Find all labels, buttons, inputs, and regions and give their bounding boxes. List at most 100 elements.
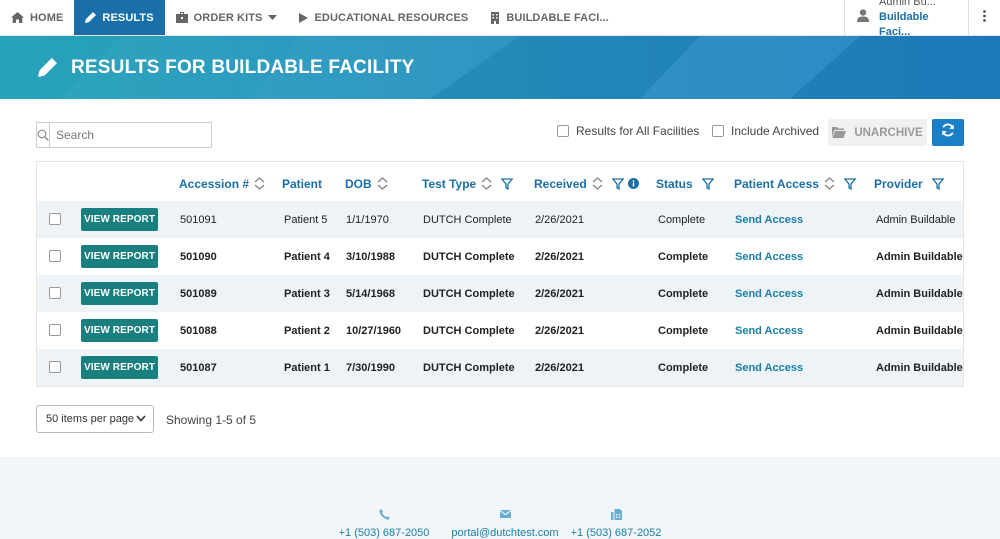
info-icon[interactable]: [627, 178, 639, 189]
send-access-link[interactable]: Send Access: [735, 201, 803, 238]
column-dob[interactable]: DOB: [345, 162, 388, 205]
send-access-link[interactable]: Send Access: [735, 312, 803, 349]
footer-phone[interactable]: +1 (503) 687-2050: [338, 506, 430, 539]
cell-test-type: DUTCH Complete: [423, 324, 515, 337]
column-provider[interactable]: Provider: [874, 162, 944, 205]
column-status[interactable]: Status: [656, 162, 714, 205]
all-facilities-checkbox[interactable]: [557, 125, 569, 137]
column-patient-access[interactable]: Patient Access: [734, 162, 856, 205]
include-archived-checkbox[interactable]: [712, 125, 724, 137]
column-accession[interactable]: Accession #: [179, 162, 265, 205]
table-row[interactable]: VIEW REPORT 501088 Patient 2 10/27/1960 …: [37, 312, 963, 349]
kebab-icon: [983, 9, 986, 27]
fax-icon: [610, 506, 622, 522]
user-menu[interactable]: Admin Bu... Buildable Faci...: [844, 0, 968, 38]
page-title: RESULTS FOR BUILDABLE FACILITY: [38, 36, 414, 99]
cell-dob: 1/1/1970: [346, 213, 389, 226]
column-patient-access-label: Patient Access: [734, 176, 819, 191]
filter-icon[interactable]: [701, 177, 714, 190]
column-test-type-label: Test Type: [422, 176, 477, 191]
sort-icon[interactable]: [481, 177, 492, 190]
column-received[interactable]: Received: [534, 162, 639, 205]
more-menu-button[interactable]: [968, 0, 1000, 35]
view-report-button[interactable]: VIEW REPORT: [81, 356, 158, 379]
cell-provider: Admin Buildable: [876, 213, 956, 226]
pencil-icon: [38, 58, 57, 77]
cell-dob: 7/30/1990: [346, 361, 395, 374]
sort-icon[interactable]: [377, 177, 388, 190]
view-report-button[interactable]: VIEW REPORT: [81, 282, 158, 305]
include-archived-label: Include Archived: [731, 124, 820, 138]
table-header: Accession # Patient DOB Test Type Receiv…: [37, 162, 963, 205]
nav-educational-resources[interactable]: EDUCATIONAL RESOURCES: [288, 0, 479, 35]
column-status-label: Status: [656, 176, 693, 191]
cell-test-type: DUTCH Complete: [423, 213, 512, 226]
nav-home[interactable]: HOME: [0, 0, 74, 35]
table-row[interactable]: VIEW REPORT 501089 Patient 3 5/14/1968 D…: [37, 275, 963, 312]
top-navigation: HOME RESULTS ORDER KITS EDUCATIONAL RESO…: [0, 0, 1000, 38]
row-checkbox[interactable]: [49, 250, 61, 262]
briefcase-icon: [175, 12, 188, 23]
cell-test-type: DUTCH Complete: [423, 250, 515, 263]
table-row[interactable]: VIEW REPORT 501087 Patient 1 7/30/1990 D…: [37, 349, 963, 386]
cell-received: 2/26/2021: [535, 250, 584, 263]
view-report-button[interactable]: VIEW REPORT: [81, 319, 158, 342]
page-banner: RESULTS FOR BUILDABLE FACILITY: [0, 36, 1000, 99]
nav-order-kits[interactable]: ORDER KITS: [165, 0, 289, 35]
footer-phone-text: +1 (503) 687-2050: [338, 527, 430, 539]
filter-icon[interactable]: [931, 177, 944, 190]
column-test-type[interactable]: Test Type: [422, 162, 514, 205]
items-per-page-select[interactable]: 50 items per page: [36, 405, 154, 433]
footer-email[interactable]: portal@dutchtest.com: [451, 506, 559, 539]
home-icon: [11, 12, 24, 23]
cell-status: Complete: [658, 324, 709, 337]
sort-icon[interactable]: [254, 177, 265, 190]
cell-provider: Admin Buildable: [876, 361, 963, 374]
play-icon: [299, 12, 309, 23]
row-checkbox[interactable]: [49, 361, 61, 373]
send-access-link[interactable]: Send Access: [735, 238, 803, 275]
cell-test-type: DUTCH Complete: [423, 361, 515, 374]
search-box: [36, 122, 212, 148]
row-checkbox[interactable]: [49, 324, 61, 336]
search-input[interactable]: [50, 123, 211, 147]
footer-fax[interactable]: +1 (503) 687-2052: [571, 506, 661, 539]
send-access-link[interactable]: Send Access: [735, 275, 803, 312]
filter-icon[interactable]: [501, 177, 514, 190]
filter-icon[interactable]: [611, 177, 624, 190]
cell-test-type: DUTCH Complete: [423, 287, 515, 300]
items-per-page-value: 50 items per page: [46, 413, 135, 425]
view-report-button[interactable]: VIEW REPORT: [81, 208, 158, 231]
column-provider-label: Provider: [874, 176, 923, 191]
filter-icon[interactable]: [843, 177, 856, 190]
cell-received: 2/26/2021: [535, 213, 584, 226]
cell-received: 2/26/2021: [535, 287, 584, 300]
unarchive-button[interactable]: UNARCHIVE: [828, 119, 927, 146]
include-archived-option[interactable]: Include Archived: [712, 124, 819, 138]
footer-fax-text: +1 (503) 687-2052: [570, 527, 662, 539]
table-row[interactable]: VIEW REPORT 501091 Patient 5 1/1/1970 DU…: [37, 201, 963, 238]
all-facilities-option[interactable]: Results for All Facilities: [557, 124, 699, 138]
nav-results[interactable]: RESULTS: [74, 0, 165, 35]
table-row[interactable]: VIEW REPORT 501090 Patient 4 3/10/1988 D…: [37, 238, 963, 275]
row-checkbox[interactable]: [49, 213, 61, 225]
sort-icon[interactable]: [592, 177, 603, 190]
refresh-button[interactable]: [932, 119, 964, 146]
cell-status: Complete: [658, 361, 709, 374]
cell-patient: Patient 3: [284, 287, 330, 300]
nav-facility[interactable]: BUILDABLE FACI...: [479, 0, 620, 35]
envelope-icon: [499, 506, 511, 522]
cell-received: 2/26/2021: [535, 361, 584, 374]
sort-icon[interactable]: [824, 177, 835, 190]
view-report-button[interactable]: VIEW REPORT: [81, 245, 158, 268]
column-patient[interactable]: Patient: [282, 162, 322, 205]
search-icon: [37, 123, 50, 147]
cell-accession: 501089: [180, 287, 217, 300]
cell-patient: Patient 1: [284, 361, 330, 374]
cell-received: 2/26/2021: [535, 324, 584, 337]
results-table: Accession # Patient DOB Test Type Receiv…: [36, 161, 964, 387]
user-name: Admin Bu...: [879, 0, 936, 8]
nav-facility-label: BUILDABLE FACI...: [506, 11, 609, 24]
row-checkbox[interactable]: [49, 287, 61, 299]
send-access-link[interactable]: Send Access: [735, 349, 803, 386]
